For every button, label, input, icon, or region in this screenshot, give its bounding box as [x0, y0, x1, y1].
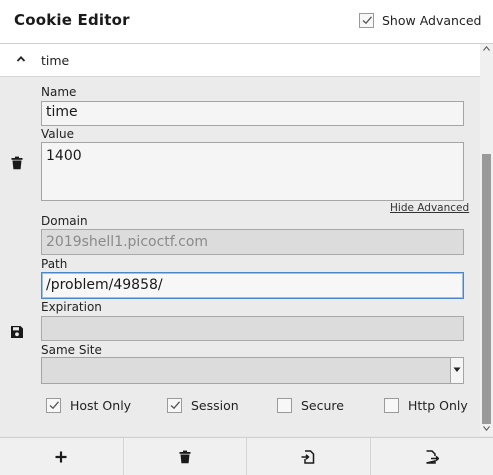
http-only-checkbox[interactable]: [384, 397, 399, 413]
host-only-label: Host Only: [70, 397, 132, 413]
show-advanced-toggle[interactable]: Show Advanced: [359, 11, 481, 29]
app-title: Cookie Editor: [14, 11, 130, 29]
checkmark-icon: [49, 401, 59, 410]
samesite-label: Same Site: [41, 343, 102, 357]
secure-checkbox[interactable]: [277, 397, 292, 413]
app-header: Cookie Editor Show Advanced: [0, 0, 493, 44]
scrollbar[interactable]: [480, 44, 493, 436]
host-only-checkbox[interactable]: [46, 397, 61, 413]
value-label: Value: [41, 127, 74, 141]
value-textarea[interactable]: 1400: [41, 142, 464, 201]
plus-icon: [55, 451, 67, 462]
scroll-down-icon[interactable]: [483, 426, 490, 431]
scrollbar-thumb[interactable]: [482, 154, 491, 424]
delete-all-button[interactable]: [124, 438, 247, 475]
http-only-option[interactable]: Http Only: [384, 396, 468, 414]
secure-option[interactable]: Secure: [277, 396, 344, 414]
import-icon: [301, 449, 315, 464]
chevron-up-icon[interactable]: [14, 52, 28, 66]
name-input[interactable]: time: [41, 101, 464, 126]
checkmark-icon: [362, 16, 372, 25]
session-checkbox[interactable]: [167, 397, 182, 413]
host-only-option[interactable]: Host Only: [46, 396, 131, 414]
select-arrow[interactable]: [450, 358, 463, 383]
cookie-list[interactable]: time Name time Value 1400 Hide Advanced …: [0, 44, 493, 436]
export-button[interactable]: [371, 438, 493, 475]
hide-advanced-link[interactable]: Hide Advanced: [390, 202, 469, 214]
cookie-header[interactable]: time: [0, 44, 480, 77]
show-advanced-checkbox[interactable]: [359, 12, 374, 28]
expiration-label: Expiration: [41, 300, 102, 314]
export-icon: [426, 449, 439, 464]
trash-icon: [179, 450, 191, 463]
chevron-down-icon: [453, 367, 461, 372]
path-input[interactable]: /problem/49858/: [41, 272, 464, 299]
cookie-header-name: time: [41, 53, 70, 68]
session-option[interactable]: Session: [167, 396, 239, 414]
session-label: Session: [191, 397, 239, 413]
import-button[interactable]: [247, 438, 371, 475]
secure-label: Secure: [301, 397, 344, 413]
add-cookie-button[interactable]: [0, 438, 124, 475]
scroll-up-icon[interactable]: [483, 46, 490, 51]
save-icon[interactable]: [10, 325, 24, 339]
samesite-select[interactable]: [41, 357, 464, 384]
path-label: Path: [41, 257, 68, 271]
name-label: Name: [41, 85, 77, 99]
domain-label: Domain: [41, 214, 88, 228]
footer-toolbar: [0, 437, 493, 475]
show-advanced-label: Show Advanced: [382, 12, 482, 28]
trash-icon[interactable]: [10, 156, 24, 170]
http-only-label: Http Only: [408, 397, 468, 413]
domain-input: 2019shell1.picoctf.com: [41, 229, 464, 255]
checkmark-icon: [170, 401, 180, 410]
expiration-input: [41, 316, 464, 341]
